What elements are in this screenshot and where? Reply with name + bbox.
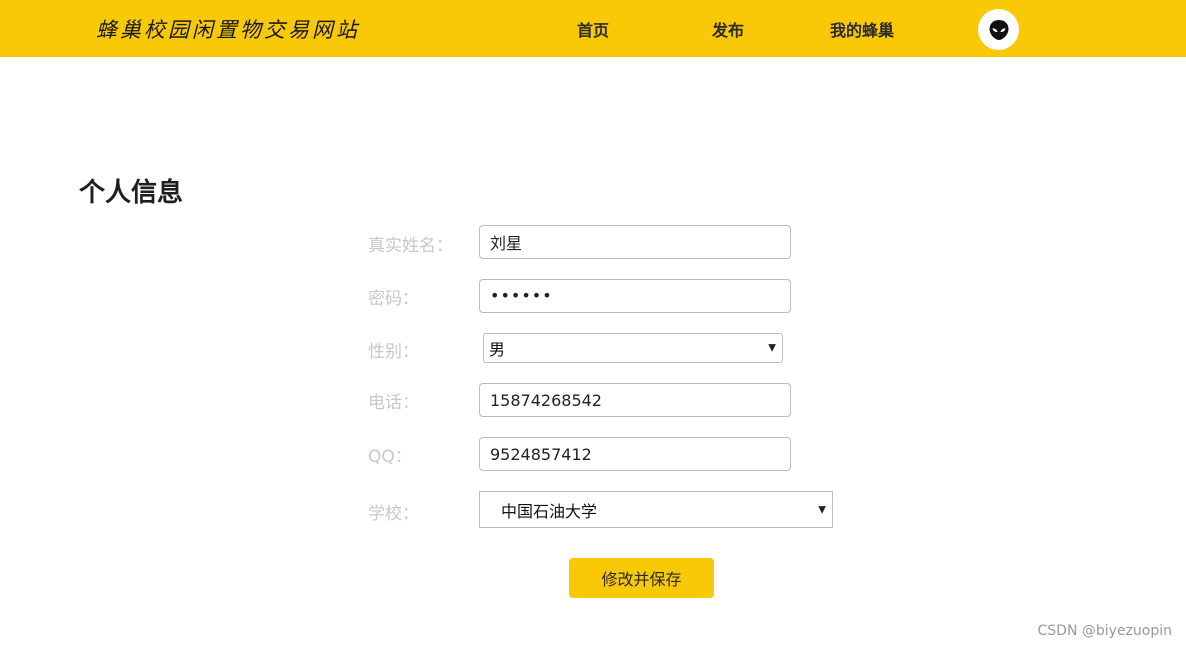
real-name-input[interactable] xyxy=(479,225,791,259)
gender-select-value: 男 xyxy=(489,340,506,359)
qq-label: QQ： xyxy=(368,447,412,467)
page-title: 个人信息 xyxy=(79,178,184,208)
nav-my-nest[interactable]: 我的蜂巢 xyxy=(830,17,894,41)
user-avatar[interactable] xyxy=(978,9,1019,50)
gender-select[interactable]: 男 ▼ xyxy=(483,333,783,363)
real-name-label: 真实姓名： xyxy=(368,236,453,256)
phone-label: 电话： xyxy=(368,393,419,413)
dropdown-arrow-icon: ▼ xyxy=(818,504,826,515)
top-navigation-bar: 蜂巢校园闲置物交易网站 首页 发布 我的蜂巢 xyxy=(0,0,1186,57)
school-select[interactable]: 中国石油大学 ▼ xyxy=(479,491,833,528)
save-button[interactable]: 修改并保存 xyxy=(569,558,714,598)
watermark-text: CSDN @biyezuopin xyxy=(1037,623,1172,639)
dropdown-arrow-icon: ▼ xyxy=(768,342,776,354)
alien-face-icon xyxy=(989,19,1008,40)
password-input[interactable]: •••••• xyxy=(479,279,791,313)
qq-input[interactable] xyxy=(479,437,791,471)
gender-label: 性别： xyxy=(368,342,419,362)
school-label: 学校： xyxy=(368,504,419,524)
site-brand-title[interactable]: 蜂巢校园闲置物交易网站 xyxy=(96,14,360,44)
nav-publish[interactable]: 发布 xyxy=(712,17,744,41)
password-label: 密码： xyxy=(368,289,419,309)
school-select-value: 中国石油大学 xyxy=(501,501,598,521)
phone-input[interactable] xyxy=(479,383,791,417)
nav-home[interactable]: 首页 xyxy=(577,17,609,41)
